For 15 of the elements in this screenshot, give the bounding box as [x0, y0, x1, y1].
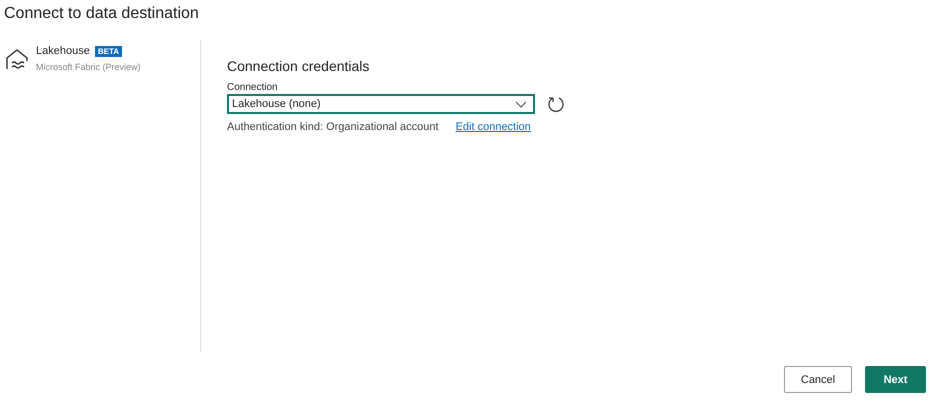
item-subtitle: Microsoft Fabric (Preview): [36, 62, 141, 72]
lakehouse-icon: [4, 48, 30, 72]
next-button[interactable]: Next: [865, 366, 926, 393]
field-label: Connection: [227, 82, 279, 93]
refresh-icon[interactable]: [547, 95, 565, 113]
edit-connection-link[interactable]: Edit connection: [456, 121, 531, 133]
item-name: Lakehouse: [36, 45, 90, 57]
sidebar-item[interactable]: Lakehouse BETA Microsoft Fabric (Preview): [0, 40, 200, 80]
window-title: Connect to data destination: [3, 4, 200, 24]
auth-text: Authentication kind: Organizational account: [227, 121, 439, 133]
beta-badge: BETA: [94, 46, 122, 56]
cancel-button[interactable]: Cancel: [784, 366, 852, 393]
chevron-down-icon: [515, 100, 527, 108]
section-heading: Connection credentials: [227, 58, 370, 74]
connection-dropdown[interactable]: Lakehouse (none): [227, 94, 535, 114]
